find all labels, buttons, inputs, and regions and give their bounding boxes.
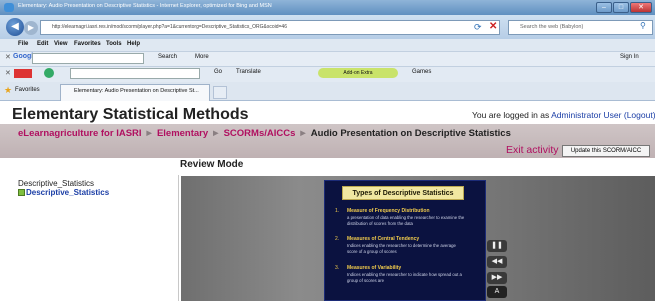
menu-view[interactable]: View [54,41,68,47]
login-user-link[interactable]: Administrator User [551,110,621,120]
address-text: http://elearnagri.iasri.res.in/mod/scorm… [52,24,287,30]
more-button[interactable]: More [195,54,209,60]
menu-favorites[interactable]: Favorites [74,41,101,47]
slide-item-text: a presentation of data enabling the rese… [347,215,465,226]
favorites-button[interactable]: Favorites [15,87,40,93]
slide-item-number: 1. [335,208,340,214]
login-prefix: You are logged in as [472,110,550,120]
breadcrumb-scorms[interactable]: SCORMs/AICCs [224,128,296,139]
slide-item-number: 3. [335,265,340,271]
toc-title: Descriptive_Statistics [18,179,95,188]
translate-button[interactable]: Translate [236,69,261,75]
go-button[interactable]: Go [214,69,222,75]
addon-button[interactable]: Add-on Extra [318,68,398,78]
breadcrumb-separator: ► [211,128,221,139]
breadcrumb-current: Audio Presentation on Descriptive Statis… [310,128,511,139]
games-button[interactable]: Games [412,69,431,75]
slide-item-heading: Measures of Central Tendency [347,236,420,242]
slide-title: Types of Descriptive Statistics [342,186,464,200]
divider [178,175,179,301]
player-controls: ❚❚ ◀◀ ▶▶ A [484,238,510,300]
page-title: Elementary Statistical Methods [12,106,249,123]
google-search-input[interactable] [32,53,144,64]
close-button[interactable]: ✕ [630,2,652,13]
review-mode-label: Review Mode [180,159,244,170]
breadcrumb-home[interactable]: eLearnagriculture for IASRI [18,128,142,139]
slide-item-number: 2. [335,236,340,242]
close-toolbar-icon[interactable]: ✕ [5,53,11,61]
menu-edit[interactable]: Edit [37,41,48,47]
update-scorm-button[interactable]: Update this SCORM/AICC [562,145,650,157]
search-placeholder: Search the web (Babylon) [520,24,584,30]
breadcrumb-separator: ► [298,128,308,139]
stop-icon[interactable]: ✕ [489,21,497,32]
menu-file[interactable]: File [18,41,28,47]
tab-label: Elementary: Audio Presentation on Descri… [74,88,199,94]
new-tab-button[interactable] [213,86,227,99]
forward-icon[interactable]: ▶▶ [487,272,507,284]
google-search-button[interactable]: Search [158,54,177,60]
rewind-icon[interactable]: ◀◀ [487,256,507,268]
breadcrumb-course[interactable]: Elementary [157,128,208,139]
slide-item-heading: Measures of Variability [347,265,402,271]
adobe-logo-icon: A [487,286,507,298]
slide-item-heading: Measure of Frequency Distribution [347,208,430,214]
breadcrumb-separator: ► [144,128,154,139]
toolbar-dropdown-icon[interactable] [44,68,54,78]
sign-in-link[interactable]: Sign In [620,54,639,60]
forward-button[interactable]: ▶ [24,21,38,35]
window-title: Elementary: Audio Presentation on Descri… [18,3,272,9]
ie-icon [4,3,14,12]
pause-icon[interactable]: ❚❚ [487,240,507,252]
back-button[interactable]: ◀ [6,18,24,36]
menu-help[interactable]: Help [127,41,140,47]
toolbar-close-icon[interactable]: ✕ [5,69,11,77]
search-icon[interactable]: ⚲ [640,21,646,30]
login-info: You are logged in as Administrator User … [472,110,655,120]
refresh-icon[interactable]: ⟳ [474,22,482,33]
menu-tools[interactable]: Tools [106,41,122,47]
exit-activity-link[interactable]: Exit activity [506,144,559,156]
toc-item-link[interactable]: Descriptive_Statistics [26,188,109,197]
breadcrumb: eLearnagriculture for IASRI ► Elementary ► S… [18,128,511,139]
toolbar-search-input[interactable] [70,68,200,79]
favorites-star-icon[interactable]: ★ [4,85,12,96]
logout-link[interactable]: (Logout) [624,110,655,120]
toc-item-icon [18,189,25,196]
minimize-button[interactable]: – [596,2,612,13]
slide-item-text: Indices enabling the researcher to deter… [347,243,456,254]
maximize-button[interactable]: □ [613,2,629,13]
slide-item-text: Indices enabling the researcher to indic… [347,272,462,283]
toolbar-logo-icon [14,69,32,78]
